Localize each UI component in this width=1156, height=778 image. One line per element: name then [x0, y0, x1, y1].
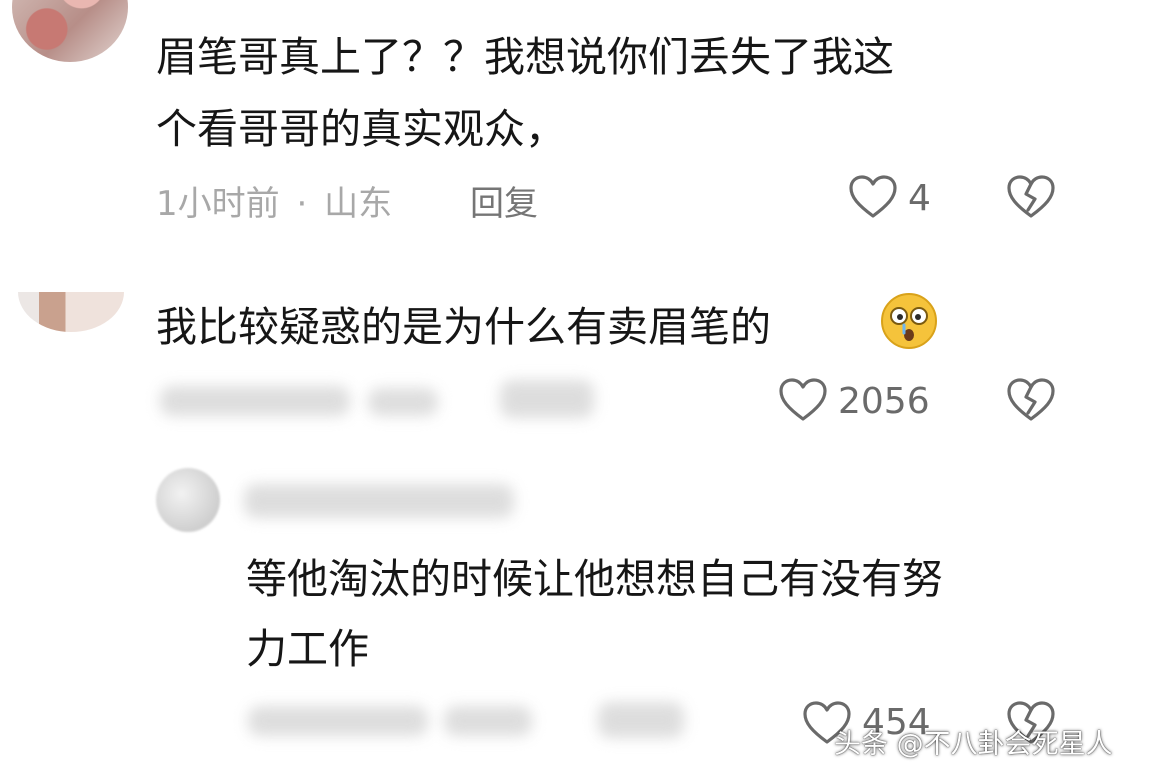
blurred-meta	[248, 706, 428, 736]
blurred-reply	[500, 380, 594, 418]
broken-heart-icon[interactable]	[1006, 174, 1056, 220]
blurred-meta	[444, 706, 532, 736]
comment-text-line: 等他淘汰的时候让他想想自己有没有努	[246, 555, 943, 603]
heart-icon[interactable]	[778, 377, 828, 423]
avatar[interactable]	[18, 292, 124, 332]
like-count: 2056	[838, 381, 930, 422]
heart-icon[interactable]	[848, 174, 898, 220]
comment-text-line: 我比较疑惑的是为什么有卖眉笔的	[156, 303, 771, 351]
comment-text-line: 眉笔哥真上了？？我想说你们丢失了我这	[156, 33, 894, 81]
blurred-meta	[160, 386, 350, 416]
watermark: 头条 @不八卦会死星人	[834, 729, 1113, 760]
avatar[interactable]	[156, 468, 220, 532]
meta-separator: ·	[296, 184, 308, 224]
comment-text-line: 个看哥哥的真实观众，	[156, 105, 566, 153]
comment-text-line: 力工作	[246, 625, 369, 673]
comment-meta: 1小时前 · 山东	[156, 176, 392, 225]
comment-location: 山东	[324, 184, 393, 224]
blurred-meta	[368, 388, 438, 416]
avatar[interactable]	[12, 0, 128, 62]
drooling-face-icon	[881, 293, 937, 349]
blurred-reply	[598, 702, 684, 738]
comment-time: 1小时前	[156, 184, 280, 224]
broken-heart-icon[interactable]	[1006, 377, 1056, 423]
blurred-username	[244, 484, 514, 518]
like-count: 4	[908, 178, 931, 219]
reply-button[interactable]: 回复	[470, 176, 538, 225]
